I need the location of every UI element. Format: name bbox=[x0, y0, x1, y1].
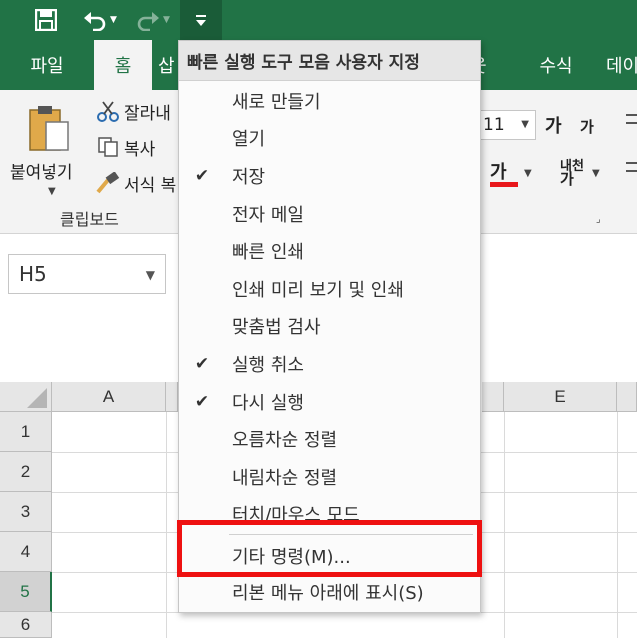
menu-item-label: 인쇄 미리 보기 및 인쇄 bbox=[232, 279, 404, 301]
undo-dropdown-icon[interactable]: ▼ bbox=[110, 15, 117, 25]
customize-qat-button[interactable] bbox=[180, 0, 222, 40]
phonetic-dropdown-icon[interactable]: ▼ bbox=[592, 168, 600, 179]
redo-button[interactable]: ▼ bbox=[130, 0, 176, 40]
font-size-value: 11 bbox=[483, 115, 505, 135]
menu-item-label: 열기 bbox=[232, 129, 266, 151]
row-header-1[interactable]: 1 bbox=[0, 412, 52, 452]
font-size-select[interactable]: 11 ▼ bbox=[476, 110, 536, 140]
column-header-f[interactable] bbox=[617, 382, 637, 412]
column-header-b[interactable] bbox=[166, 382, 178, 412]
select-all-button[interactable] bbox=[0, 382, 52, 412]
menu-item[interactable]: 빠른 인쇄 bbox=[179, 232, 480, 270]
quick-access-toolbar: ▼ ▼ bbox=[0, 0, 637, 40]
phonetic-bottom-label: 가 bbox=[560, 170, 574, 188]
row-header-4[interactable]: 4 bbox=[0, 532, 52, 572]
tab-data[interactable]: 데이 bbox=[606, 40, 637, 90]
cut-button[interactable]: 잘라내 bbox=[94, 96, 171, 126]
undo-button[interactable]: ▼ bbox=[76, 0, 124, 40]
tab-file[interactable]: 파일 bbox=[14, 40, 80, 90]
copy-label: 복사 bbox=[124, 139, 156, 160]
format-painter-button[interactable]: 서식 복 bbox=[94, 168, 176, 198]
name-box[interactable]: H5 ▼ bbox=[8, 254, 166, 294]
row-header-2[interactable]: 2 bbox=[0, 452, 52, 492]
increase-font-size-button[interactable]: 가 bbox=[545, 112, 562, 138]
paste-label: 붙여넣기 bbox=[10, 163, 73, 183]
undo-icon bbox=[84, 12, 106, 31]
column-header-e[interactable]: E bbox=[504, 382, 617, 412]
menu-item[interactable]: ✔ 저장 bbox=[179, 157, 480, 195]
menu-item-label: 전자 메일 bbox=[232, 204, 304, 226]
paste-dropdown-icon[interactable]: ▼ bbox=[48, 186, 56, 197]
menu-item-label: 새로 만들기 bbox=[232, 91, 321, 113]
menu-item[interactable]: 인쇄 미리 보기 및 인쇄 bbox=[179, 270, 480, 308]
check-icon: ✔ bbox=[194, 391, 210, 412]
menu-item[interactable]: 내림차순 정렬 bbox=[179, 458, 480, 496]
menu-item[interactable]: 오름차순 정렬 bbox=[179, 420, 480, 458]
menu-item[interactable]: 새로 만들기 bbox=[179, 82, 480, 120]
menu-item-label: 저장 bbox=[232, 166, 266, 188]
scissors-icon bbox=[94, 100, 122, 122]
format-painter-label: 서식 복 bbox=[124, 175, 177, 196]
row-header-5[interactable]: 5 bbox=[0, 572, 52, 612]
row-header-6[interactable]: 6 bbox=[0, 612, 52, 638]
font-color-dropdown-icon[interactable]: ▼ bbox=[524, 168, 532, 179]
font-color-swatch bbox=[490, 182, 518, 187]
chevron-down-icon: ▼ bbox=[521, 119, 529, 130]
menu-item-label: 다시 실행 bbox=[232, 392, 304, 414]
menu-item-label: 맞춤법 검사 bbox=[232, 317, 321, 339]
clipboard-icon bbox=[29, 106, 69, 151]
grid-line bbox=[504, 412, 505, 638]
save-button[interactable] bbox=[24, 0, 68, 40]
copy-icon bbox=[94, 136, 122, 158]
redo-icon bbox=[137, 12, 160, 31]
menu-header: 빠른 실행 도구 모음 사용자 지정 bbox=[179, 41, 480, 81]
paste-button[interactable]: 붙여넣기 ▼ bbox=[8, 98, 86, 208]
tab-formulas[interactable]: 수식 bbox=[520, 40, 592, 90]
column-header-d[interactable] bbox=[482, 382, 504, 412]
chevron-down-icon: ▼ bbox=[145, 268, 155, 282]
menu-item-label: 내림차순 정렬 bbox=[232, 467, 338, 489]
menu-item-label: 리본 메뉴 아래에 표시(S) bbox=[232, 582, 424, 604]
highlight-box bbox=[177, 520, 482, 577]
menu-item-label: 오름차순 정렬 bbox=[232, 430, 338, 452]
row-header-3[interactable]: 3 bbox=[0, 492, 52, 532]
decrease-font-size-button[interactable]: 가 bbox=[580, 116, 594, 137]
menu-item[interactable]: 열기 bbox=[179, 120, 480, 158]
grid-line bbox=[166, 412, 167, 638]
grid-line bbox=[617, 412, 618, 638]
format-painter-icon bbox=[94, 172, 122, 194]
menu-item-label: 빠른 인쇄 bbox=[232, 242, 304, 264]
save-icon bbox=[35, 9, 57, 31]
dialog-launcher-icon[interactable]: ⌟ bbox=[596, 214, 601, 225]
clipboard-group-label: 클립보드 bbox=[60, 210, 119, 229]
customize-qat-icon bbox=[196, 15, 206, 26]
font-color-button[interactable]: 가 bbox=[490, 158, 507, 184]
redo-dropdown-icon[interactable]: ▼ bbox=[163, 15, 170, 25]
cut-label: 잘라내 bbox=[124, 103, 171, 124]
menu-item[interactable]: ✔ 실행 취소 bbox=[179, 345, 480, 383]
menu-item[interactable]: 맞춤법 검사 bbox=[179, 308, 480, 346]
phonetic-guide-button[interactable]: 내천 가 bbox=[560, 160, 584, 188]
align-top-icon[interactable] bbox=[626, 114, 637, 124]
copy-button[interactable]: 복사 bbox=[94, 132, 155, 162]
menu-item[interactable]: ✔ 다시 실행 bbox=[179, 383, 480, 421]
column-header-a[interactable]: A bbox=[52, 382, 166, 412]
align-middle-icon[interactable] bbox=[626, 162, 637, 172]
tab-home[interactable]: 홈 bbox=[94, 40, 152, 90]
menu-item[interactable]: 전자 메일 bbox=[179, 195, 480, 233]
menu-item[interactable]: 리본 메뉴 아래에 표시(S) bbox=[179, 573, 480, 611]
menu-item-label: 실행 취소 bbox=[232, 354, 304, 376]
check-icon: ✔ bbox=[194, 165, 210, 186]
select-all-icon bbox=[27, 388, 47, 408]
check-icon: ✔ bbox=[194, 353, 210, 374]
name-box-value: H5 bbox=[19, 262, 47, 286]
